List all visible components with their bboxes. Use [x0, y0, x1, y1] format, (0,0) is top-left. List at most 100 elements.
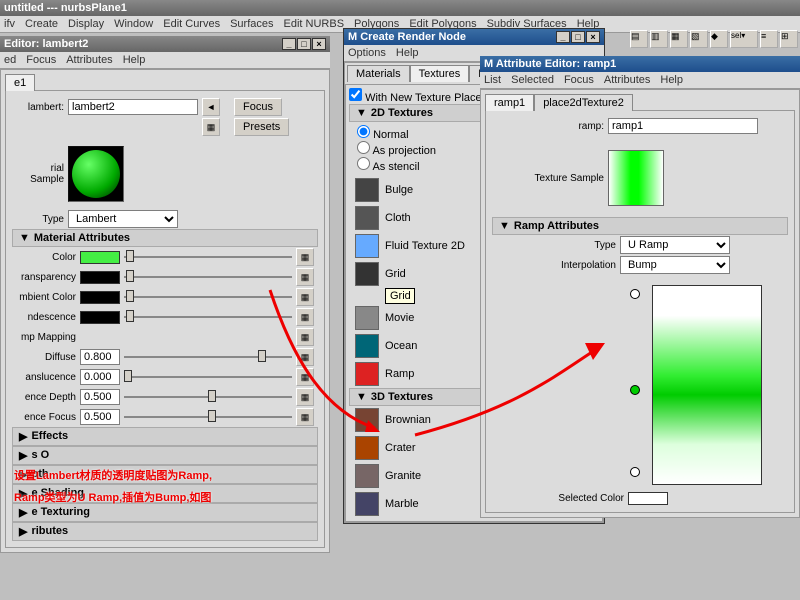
map-button[interactable]: ▦: [296, 348, 314, 366]
tab-ramp1[interactable]: ramp1: [485, 94, 534, 111]
toolbar-icon[interactable]: ▥: [650, 30, 668, 48]
section-header[interactable]: ▶s O: [12, 446, 318, 465]
menu-item[interactable]: Help: [660, 74, 683, 86]
slider[interactable]: [124, 376, 292, 378]
radio-normal[interactable]: Normal: [357, 129, 409, 141]
2d-textures-hdr[interactable]: 2D Textures: [371, 107, 433, 119]
ramp-handle-white[interactable]: [630, 289, 640, 299]
menu-item[interactable]: Surfaces: [230, 18, 273, 30]
ramp-handle-green[interactable]: [630, 385, 640, 395]
focus-button[interactable]: Focus: [234, 98, 282, 116]
toolbar-icon[interactable]: ▤: [630, 30, 648, 48]
menu-item[interactable]: Edit NURBS: [284, 18, 345, 30]
menu-item[interactable]: ifv: [4, 18, 15, 30]
slider[interactable]: [124, 256, 292, 258]
3d-textures-hdr[interactable]: 3D Textures: [371, 391, 433, 403]
lambert-label: lambert:: [16, 102, 64, 113]
minimize-icon[interactable]: _: [282, 38, 296, 50]
color-swatch[interactable]: [80, 251, 120, 264]
menu-item[interactable]: Window: [114, 18, 153, 30]
section-header[interactable]: ▶Effects: [12, 427, 318, 446]
sample-label: rial Sample: [16, 163, 64, 185]
value-field[interactable]: [80, 349, 120, 365]
section-header[interactable]: ▶ributes: [12, 522, 318, 541]
toolbar-icon[interactable]: ◆: [710, 30, 728, 48]
toolbar-icon[interactable]: ▦: [670, 30, 688, 48]
close-icon[interactable]: ×: [312, 38, 326, 50]
color-swatch[interactable]: [80, 291, 120, 304]
interpolation-dropdown[interactable]: Bump: [620, 256, 730, 274]
tooltip: Grid: [385, 288, 415, 304]
maximize-icon[interactable]: □: [297, 38, 311, 50]
maximize-icon[interactable]: □: [571, 31, 585, 43]
menu-item[interactable]: Attributes: [66, 54, 112, 66]
toolbar-icon[interactable]: ⊞: [780, 30, 798, 48]
map-button[interactable]: ▦: [296, 388, 314, 406]
nav-back-icon[interactable]: ◄: [202, 98, 220, 116]
map-button[interactable]: ▦: [296, 368, 314, 386]
texture-sample: [608, 150, 664, 206]
slider[interactable]: [124, 276, 292, 278]
main-title: untitled --- nurbsPlane1: [4, 2, 127, 14]
map-button[interactable]: ▦: [296, 288, 314, 306]
tab-materials[interactable]: Materials: [347, 65, 410, 82]
color-swatch[interactable]: [80, 311, 120, 324]
close-icon[interactable]: ×: [586, 31, 600, 43]
toolbar-sel[interactable]: sel▾: [730, 30, 758, 48]
selected-color-swatch[interactable]: [628, 492, 668, 505]
menu-item[interactable]: List: [484, 74, 501, 86]
ramp-type-dropdown[interactable]: U Ramp: [620, 236, 730, 254]
value-field[interactable]: [80, 369, 120, 385]
radio-projection[interactable]: As projection: [357, 145, 436, 157]
material-attributes-hdr[interactable]: ▼Material Attributes: [12, 229, 318, 247]
tab-place2d[interactable]: place2dTexture2: [534, 94, 633, 111]
map-button[interactable]: ▦: [296, 268, 314, 286]
main-titlebar: untitled --- nurbsPlane1: [0, 0, 800, 16]
editor-menu: ed Focus Attributes Help: [0, 52, 330, 69]
material-sample: [68, 146, 124, 202]
menu-item[interactable]: Options: [348, 47, 386, 59]
map-button[interactable]: ▦: [296, 248, 314, 266]
ramp-gradient-editor[interactable]: [652, 285, 762, 485]
minimize-icon[interactable]: _: [556, 31, 570, 43]
slider[interactable]: [124, 296, 292, 298]
slider[interactable]: [124, 316, 292, 318]
crn-titlebar[interactable]: M Create Render Node _ □ ×: [344, 29, 604, 45]
map-button[interactable]: ▦: [296, 328, 314, 346]
show-icon[interactable]: ▦: [202, 118, 220, 136]
app-icon: M: [484, 58, 493, 70]
map-button[interactable]: ▦: [296, 308, 314, 326]
type-dropdown[interactable]: Lambert: [68, 210, 178, 228]
tab-textures[interactable]: Textures: [410, 65, 470, 82]
menu-item[interactable]: Focus: [564, 74, 594, 86]
ae-titlebar[interactable]: M Attribute Editor: ramp1: [480, 56, 800, 72]
value-field[interactable]: [80, 389, 120, 405]
slider[interactable]: [124, 396, 292, 398]
menu-item[interactable]: Focus: [26, 54, 56, 66]
value-field[interactable]: [80, 409, 120, 425]
menu-item[interactable]: ed: [4, 54, 16, 66]
radio-stencil[interactable]: As stencil: [357, 161, 420, 173]
sphere-preview: [72, 150, 120, 198]
color-swatch[interactable]: [80, 271, 120, 284]
presets-button[interactable]: Presets: [234, 118, 289, 136]
lambert-field[interactable]: [68, 99, 198, 115]
menu-item[interactable]: Display: [68, 18, 104, 30]
menu-item[interactable]: Selected: [511, 74, 554, 86]
menu-item[interactable]: Help: [396, 47, 419, 59]
tab-e1[interactable]: e1: [5, 74, 35, 91]
editor-titlebar: Editor: lambert2 _ □ ×: [0, 36, 330, 52]
slider[interactable]: [124, 356, 292, 358]
toolbar-icon[interactable]: ≡: [760, 30, 778, 48]
menu-item[interactable]: Edit Curves: [163, 18, 220, 30]
map-button[interactable]: ▦: [296, 408, 314, 426]
top-toolbar: ▤ ▥ ▦ ▧ ◆ sel▾ ≡ ⊞: [630, 30, 798, 48]
menu-item[interactable]: Attributes: [604, 74, 650, 86]
toolbar-icon[interactable]: ▧: [690, 30, 708, 48]
slider[interactable]: [124, 416, 292, 418]
ramp-handle-white2[interactable]: [630, 467, 640, 477]
ramp-field[interactable]: [608, 118, 758, 134]
menu-item[interactable]: Help: [123, 54, 146, 66]
menu-item[interactable]: Create: [25, 18, 58, 30]
ramp-attr-hdr[interactable]: Ramp Attributes: [514, 220, 599, 232]
